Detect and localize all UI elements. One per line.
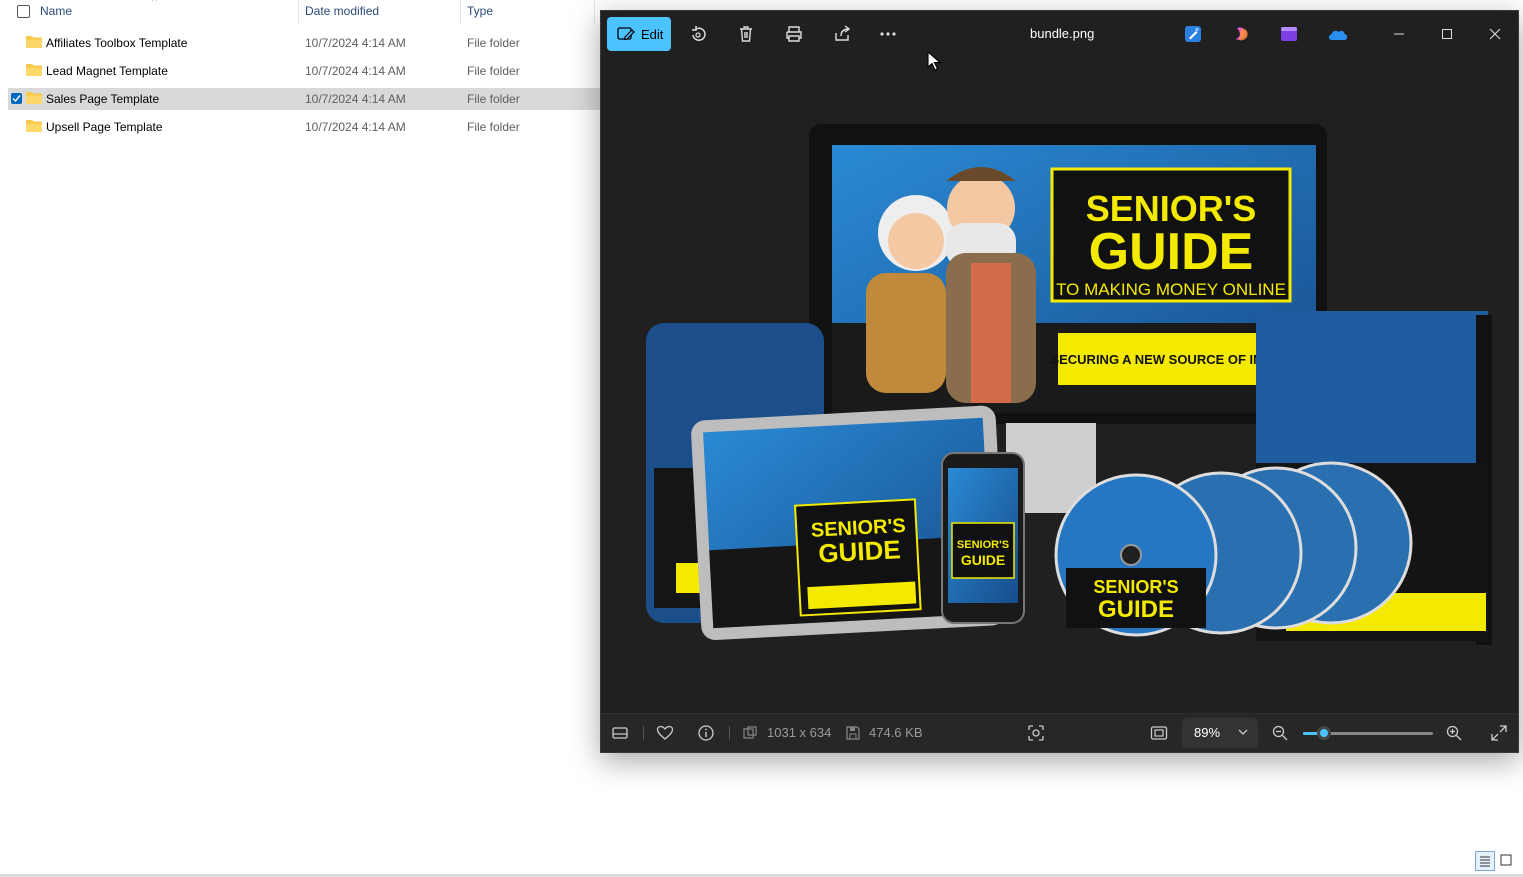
toolbar-divider bbox=[643, 726, 644, 740]
filmstrip-icon[interactable] bbox=[611, 724, 629, 742]
file-type: File folder bbox=[467, 92, 520, 106]
chevron-down-icon bbox=[1238, 729, 1248, 735]
folder-icon bbox=[26, 36, 42, 48]
file-name: Affiliates Toolbox Template bbox=[46, 36, 188, 50]
more-options-icon[interactable] bbox=[878, 24, 898, 44]
column-divider[interactable] bbox=[594, 0, 595, 24]
details-view-icon[interactable] bbox=[1475, 851, 1495, 871]
fullscreen-icon[interactable] bbox=[1490, 724, 1508, 742]
rotate-icon[interactable] bbox=[688, 24, 708, 44]
edit-image-icon bbox=[617, 27, 635, 41]
dimensions-icon bbox=[743, 726, 757, 739]
zoom-value: 89% bbox=[1194, 725, 1221, 740]
cover-subtitle: TO MAKING MONEY ONLINE bbox=[1056, 280, 1286, 299]
svg-text:GUIDE: GUIDE bbox=[1098, 596, 1174, 623]
file-row[interactable]: Lead Magnet Template 10/7/2024 4:14 AM F… bbox=[8, 60, 600, 82]
file-date: 10/7/2024 4:14 AM bbox=[305, 92, 406, 106]
file-date: 10/7/2024 4:14 AM bbox=[305, 36, 406, 50]
sort-up-icon: ^ bbox=[152, 0, 157, 7]
folder-icon bbox=[26, 120, 42, 132]
file-date: 10/7/2024 4:14 AM bbox=[305, 120, 406, 134]
info-icon[interactable] bbox=[697, 724, 715, 742]
close-icon[interactable] bbox=[1486, 25, 1504, 43]
favorite-heart-icon[interactable] bbox=[656, 724, 674, 742]
zoom-level-dropdown[interactable]: 89% bbox=[1182, 718, 1258, 748]
svg-text:GUIDE: GUIDE bbox=[818, 534, 902, 568]
file-type: File folder bbox=[467, 64, 520, 78]
minimize-icon[interactable] bbox=[1390, 25, 1408, 43]
print-icon[interactable] bbox=[784, 24, 804, 44]
file-name: Upsell Page Template bbox=[46, 120, 163, 134]
zoom-in-icon[interactable] bbox=[1445, 724, 1463, 742]
zoom-slider[interactable] bbox=[1303, 726, 1433, 740]
view-toggle bbox=[1475, 851, 1517, 871]
column-header: Name ^ Date modified Type bbox=[0, 0, 600, 24]
file-row-selected[interactable]: Sales Page Template 10/7/2024 4:14 AM Fi… bbox=[8, 88, 600, 110]
file-date: 10/7/2024 4:14 AM bbox=[305, 64, 406, 78]
cover-title-line2: GUIDE bbox=[1089, 223, 1254, 281]
edit-button[interactable]: Edit bbox=[607, 17, 671, 51]
svg-text:SENIOR'S: SENIOR'S bbox=[957, 539, 1009, 551]
title-bar: Edit bundle.png bbox=[601, 11, 1518, 57]
toolbar-divider bbox=[729, 726, 730, 740]
window-title: bundle.png bbox=[1030, 26, 1095, 41]
zoom-slider-thumb[interactable] bbox=[1316, 726, 1331, 740]
svg-text:SENIOR'S: SENIOR'S bbox=[1093, 577, 1178, 597]
file-size-icon bbox=[846, 726, 860, 740]
column-type-header[interactable]: Type bbox=[467, 4, 493, 18]
file-name: Lead Magnet Template bbox=[46, 64, 168, 78]
image-canvas[interactable]: SENIOR'S GUIDE TO MAKING MONEY ONLINE SE… bbox=[601, 57, 1518, 716]
visual-search-icon[interactable] bbox=[1027, 724, 1045, 742]
column-name-header[interactable]: Name bbox=[40, 4, 72, 18]
designer-app-icon[interactable] bbox=[1184, 25, 1202, 43]
mouse-cursor-icon bbox=[927, 51, 941, 71]
clipchamp-app-icon[interactable] bbox=[1280, 25, 1298, 43]
file-row[interactable]: Affiliates Toolbox Template 10/7/2024 4:… bbox=[8, 32, 600, 54]
edit-label: Edit bbox=[641, 27, 664, 42]
onedrive-icon[interactable] bbox=[1327, 25, 1349, 43]
file-size: 474.6 KB bbox=[869, 725, 923, 740]
file-type: File folder bbox=[467, 36, 520, 50]
large-icons-view-icon[interactable] bbox=[1497, 851, 1517, 871]
bundle-image: SENIOR'S GUIDE TO MAKING MONEY ONLINE SE… bbox=[646, 124, 1492, 645]
file-name: Sales Page Template bbox=[46, 92, 160, 106]
column-divider[interactable] bbox=[460, 0, 461, 24]
delete-icon[interactable] bbox=[736, 24, 756, 44]
column-date-header[interactable]: Date modified bbox=[305, 4, 379, 18]
copilot-app-icon[interactable] bbox=[1233, 25, 1251, 43]
file-type: File folder bbox=[467, 120, 520, 134]
phone-mockup: SENIOR'S GUIDE bbox=[941, 452, 1025, 624]
select-all-checkbox[interactable] bbox=[17, 5, 30, 18]
share-icon[interactable] bbox=[832, 24, 852, 44]
folder-icon bbox=[26, 92, 42, 104]
zoom-out-icon[interactable] bbox=[1271, 724, 1289, 742]
dvd-discs: SENIOR'S GUIDE bbox=[1054, 461, 1413, 637]
svg-text:GUIDE: GUIDE bbox=[961, 552, 1005, 568]
column-divider[interactable] bbox=[298, 0, 299, 24]
maximize-icon[interactable] bbox=[1438, 25, 1456, 43]
folder-icon bbox=[26, 64, 42, 76]
row-checkbox[interactable] bbox=[11, 93, 22, 104]
photos-viewer-window: Edit bundle.png SENIOR'S GUIDE TO MAKING… bbox=[600, 10, 1519, 753]
image-dimensions: 1031 x 634 bbox=[767, 725, 832, 740]
file-row[interactable]: Upsell Page Template 10/7/2024 4:14 AM F… bbox=[8, 116, 600, 138]
bottom-toolbar: 1031 x 634 474.6 KB 89% bbox=[601, 713, 1518, 752]
fit-to-window-icon[interactable] bbox=[1150, 724, 1168, 742]
